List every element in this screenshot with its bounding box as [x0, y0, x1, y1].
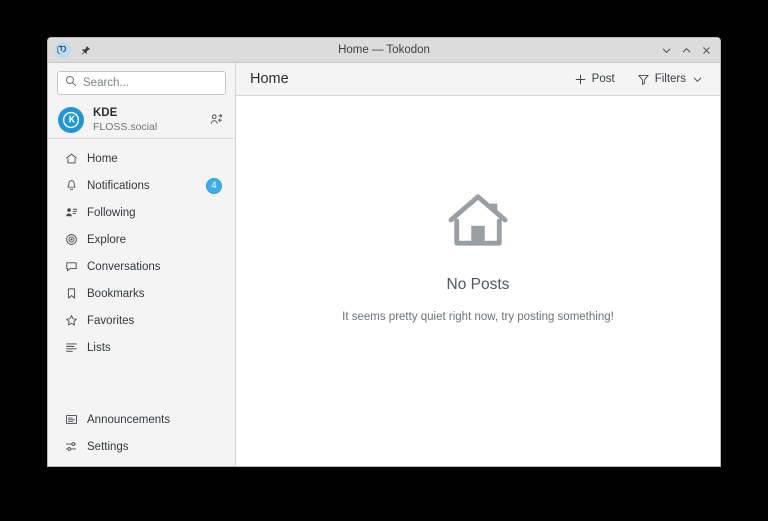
search-icon — [65, 74, 77, 92]
titlebar-left-icons — [53, 42, 92, 58]
switch-user-icon[interactable] — [206, 110, 226, 130]
plus-icon — [574, 73, 587, 86]
sidebar-item-bookmarks[interactable]: Bookmarks — [52, 280, 231, 307]
minimize-button[interactable] — [657, 41, 675, 59]
sidebar-bottom-nav: Announcements Settings — [48, 406, 235, 466]
pin-icon[interactable] — [78, 43, 92, 57]
sidebar-item-lists[interactable]: Lists — [52, 334, 231, 361]
title-bar: Home — Tokodon — [48, 38, 720, 63]
sidebar-item-label: Favorites — [87, 314, 135, 327]
search-box[interactable] — [57, 71, 226, 95]
speech-bubble-icon — [64, 260, 78, 274]
sidebar-item-explore[interactable]: Explore — [52, 226, 231, 253]
sidebar: KDE FLOSS.social Ho — [48, 63, 236, 466]
application-window: Home — Tokodon Search... KDE FLOSS.socia… — [47, 37, 721, 467]
search-container — [48, 63, 235, 102]
search-input[interactable] — [83, 77, 218, 89]
sidebar-item-favorites[interactable]: Favorites — [52, 307, 231, 334]
list-icon — [64, 341, 78, 355]
sidebar-item-label: Lists — [87, 341, 111, 354]
sidebar-item-label: Announcements — [87, 413, 171, 426]
main-header: Home Post Filters — [236, 63, 720, 96]
sidebar-item-notifications[interactable]: Notifications 4 — [52, 172, 231, 199]
header-actions: Post Filters — [570, 70, 708, 89]
page-title: Home — [250, 71, 289, 87]
sidebar-item-label: Following — [87, 206, 136, 219]
bookmark-icon — [64, 287, 78, 301]
bell-icon — [64, 179, 78, 193]
maximize-button[interactable] — [677, 41, 695, 59]
sidebar-item-settings[interactable]: Settings — [52, 433, 231, 460]
sidebar-item-announcements[interactable]: Announcements — [52, 406, 231, 433]
sidebar-item-label: Settings — [87, 440, 129, 453]
sidebar-nav: Home Notifications 4 Following Explore C… — [48, 145, 235, 361]
announcement-icon — [64, 413, 78, 427]
window-title: Home — Tokodon — [338, 44, 430, 56]
funnel-icon — [637, 73, 650, 86]
chevron-down-icon — [691, 73, 704, 86]
account-text: KDE FLOSS.social — [93, 107, 197, 132]
person-list-icon — [64, 206, 78, 220]
house-icon — [447, 191, 509, 254]
home-icon — [64, 152, 78, 166]
notifications-badge: 4 — [206, 177, 222, 194]
account-switcher-row[interactable]: KDE FLOSS.social — [48, 102, 235, 139]
sliders-icon — [64, 440, 78, 454]
sidebar-item-following[interactable]: Following — [52, 199, 231, 226]
main-area: Home Post Filters No Posts It seems pret… — [236, 63, 720, 466]
post-button[interactable]: Post — [570, 70, 619, 89]
window-controls — [657, 41, 715, 59]
post-button-label: Post — [591, 73, 615, 85]
sidebar-item-label: Conversations — [87, 260, 161, 273]
account-display-name: KDE — [93, 107, 118, 120]
avatar — [58, 107, 84, 133]
sidebar-item-label: Explore — [87, 233, 126, 246]
sidebar-item-label: Bookmarks — [87, 287, 145, 300]
filters-button[interactable]: Filters — [633, 70, 708, 89]
sidebar-item-home[interactable]: Home — [52, 145, 231, 172]
empty-state: No Posts It seems pretty quiet right now… — [236, 96, 720, 466]
sidebar-item-label: Notifications — [87, 179, 150, 192]
filters-button-label: Filters — [654, 73, 686, 85]
mastodon-icon — [55, 42, 71, 58]
sidebar-item-conversations[interactable]: Conversations — [52, 253, 231, 280]
sidebar-item-label: Home — [87, 152, 118, 165]
compass-icon — [64, 233, 78, 247]
empty-state-subtitle: It seems pretty quiet right now, try pos… — [342, 311, 614, 323]
empty-state-title: No Posts — [446, 276, 510, 293]
account-instance: FLOSS.social — [93, 120, 158, 133]
close-button[interactable] — [697, 41, 715, 59]
window-body: KDE FLOSS.social Ho — [48, 63, 720, 466]
star-icon — [64, 314, 78, 328]
